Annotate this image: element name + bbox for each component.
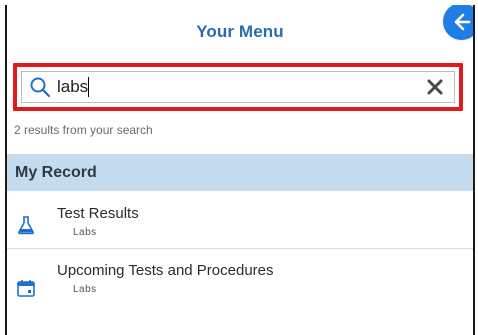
item-title: Test Results: [57, 205, 139, 222]
search-icon: [30, 77, 51, 98]
item-subtitle: Labs: [73, 284, 97, 295]
close-icon[interactable]: [426, 78, 444, 96]
search-box: labs: [21, 71, 455, 103]
list-item-upcoming-tests[interactable]: Upcoming Tests and Procedures Labs: [7, 249, 473, 309]
search-input-value: labs: [57, 77, 89, 96]
item-subtitle: Labs: [73, 227, 97, 238]
section-header-my-record: My Record: [7, 154, 473, 191]
menu-header: Your Menu: [7, 5, 473, 58]
section-title: My Record: [15, 163, 97, 181]
menu-title: Your Menu: [196, 21, 284, 41]
result-count: 2 results from your search: [14, 123, 153, 137]
text-caret: [88, 77, 90, 97]
item-title: Upcoming Tests and Procedures: [57, 262, 274, 279]
flask-icon: [18, 216, 34, 235]
back-button[interactable]: [443, 5, 473, 40]
search-highlight-box: labs: [13, 63, 463, 111]
search-input[interactable]: labs: [51, 73, 426, 101]
menu-panel: Your Menu labs 2 results from your searc…: [5, 5, 475, 335]
back-arrow-icon: [454, 13, 470, 30]
calendar-icon: [17, 280, 35, 297]
list-item-test-results[interactable]: Test Results Labs: [7, 191, 473, 249]
